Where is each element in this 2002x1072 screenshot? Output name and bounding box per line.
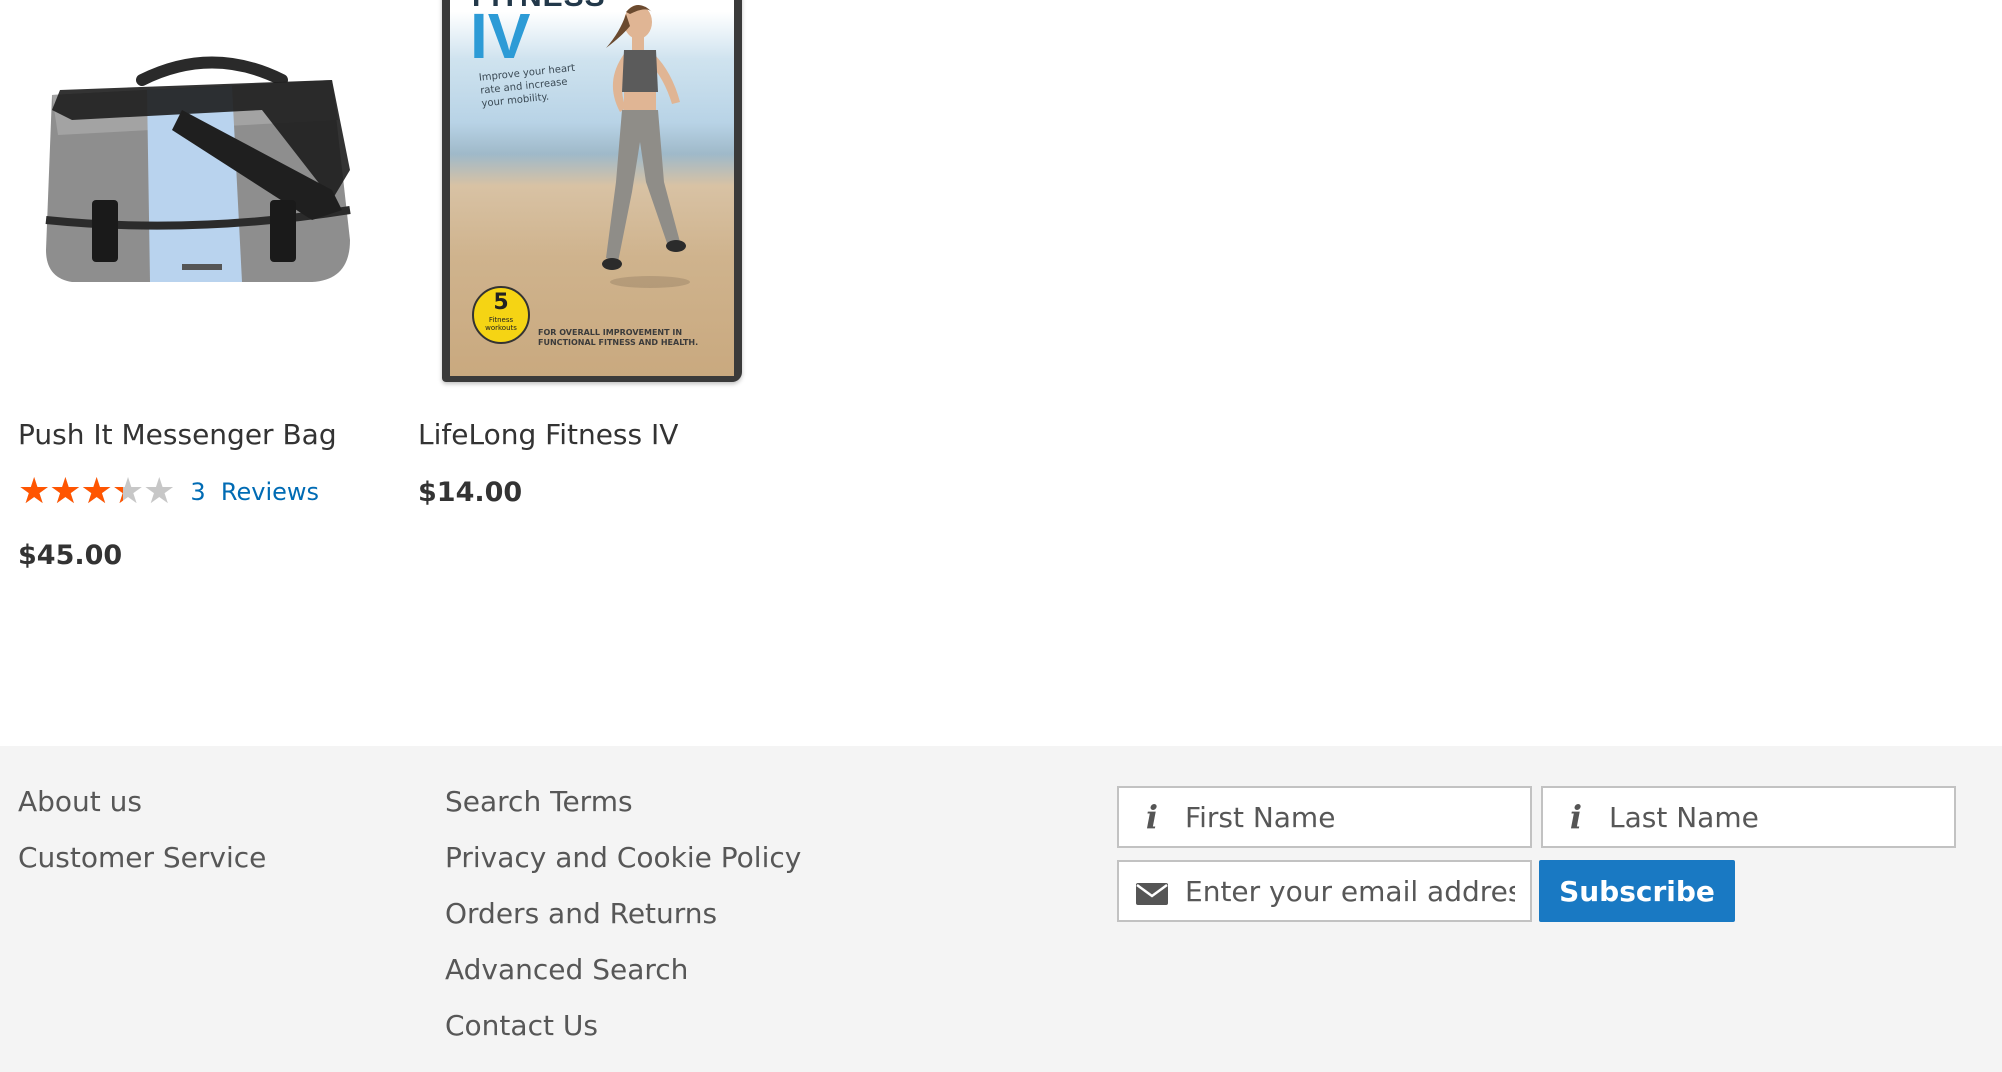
- footer-links-column: Search Terms Privacy and Cookie Policy O…: [445, 788, 801, 1068]
- reviews-link[interactable]: 3 Reviews: [190, 478, 319, 506]
- footer-link-orders-returns[interactable]: Orders and Returns: [445, 900, 801, 956]
- footer-link-privacy-policy[interactable]: Privacy and Cookie Policy: [445, 844, 801, 900]
- footer-link-contact-us[interactable]: Contact Us: [445, 1012, 801, 1068]
- cover-numeral: IV: [470, 0, 531, 72]
- cover-footer-text: FOR OVERALL IMPROVEMENT IN FUNCTIONAL FI…: [538, 328, 699, 347]
- email-field: [1117, 860, 1532, 922]
- info-icon: i: [1145, 798, 1159, 836]
- last-name-input[interactable]: [1609, 800, 1939, 834]
- info-icon: i: [1569, 798, 1583, 836]
- product-name-link[interactable]: Push It Messenger Bag: [18, 418, 337, 451]
- envelope-icon: [1119, 872, 1185, 910]
- rating-stars: ★★★★★ ★★★★★: [18, 472, 175, 512]
- badge-number: 5: [493, 290, 509, 315]
- first-name-input[interactable]: [1185, 800, 1515, 834]
- product-price: $14.00: [418, 477, 523, 508]
- product-item: Push It Messenger Bag ★★★★★ ★★★★★ 3 Revi…: [18, 0, 378, 571]
- footer-link-customer-service[interactable]: Customer Service: [18, 844, 266, 900]
- page-footer: About us Customer Service Search Terms P…: [0, 746, 2002, 1072]
- reviews-count: 3: [190, 478, 206, 506]
- first-name-field: i: [1117, 786, 1532, 848]
- product-name-link[interactable]: LifeLong Fitness IV: [418, 418, 678, 451]
- badge-label: Fitness workouts: [485, 316, 517, 332]
- stars-filled: ★★★★★: [18, 472, 123, 512]
- dvd-cover-image: FITNESS IV Improve your heart rate and i…: [442, 0, 742, 382]
- runner-figure: [602, 5, 690, 288]
- product-image-link[interactable]: [18, 0, 378, 390]
- product-image-link[interactable]: FITNESS IV Improve your heart rate and i…: [418, 0, 778, 390]
- messenger-bag-image: [45, 56, 351, 282]
- product-item: FITNESS IV Improve your heart rate and i…: [418, 0, 778, 508]
- email-input[interactable]: [1185, 874, 1515, 908]
- footer-link-advanced-search[interactable]: Advanced Search: [445, 956, 801, 1012]
- footer-links-column: About us Customer Service: [18, 788, 266, 900]
- footer-link-about-us[interactable]: About us: [18, 788, 266, 844]
- workouts-badge: 5 Fitness workouts: [472, 286, 530, 344]
- footer-link-search-terms[interactable]: Search Terms: [445, 788, 801, 844]
- subscribe-button[interactable]: Subscribe: [1539, 860, 1735, 922]
- last-name-field: i: [1541, 786, 1956, 848]
- reviews-label: Reviews: [220, 478, 320, 506]
- product-rating: ★★★★★ ★★★★★ 3 Reviews: [18, 472, 319, 512]
- product-price: $45.00: [18, 540, 123, 571]
